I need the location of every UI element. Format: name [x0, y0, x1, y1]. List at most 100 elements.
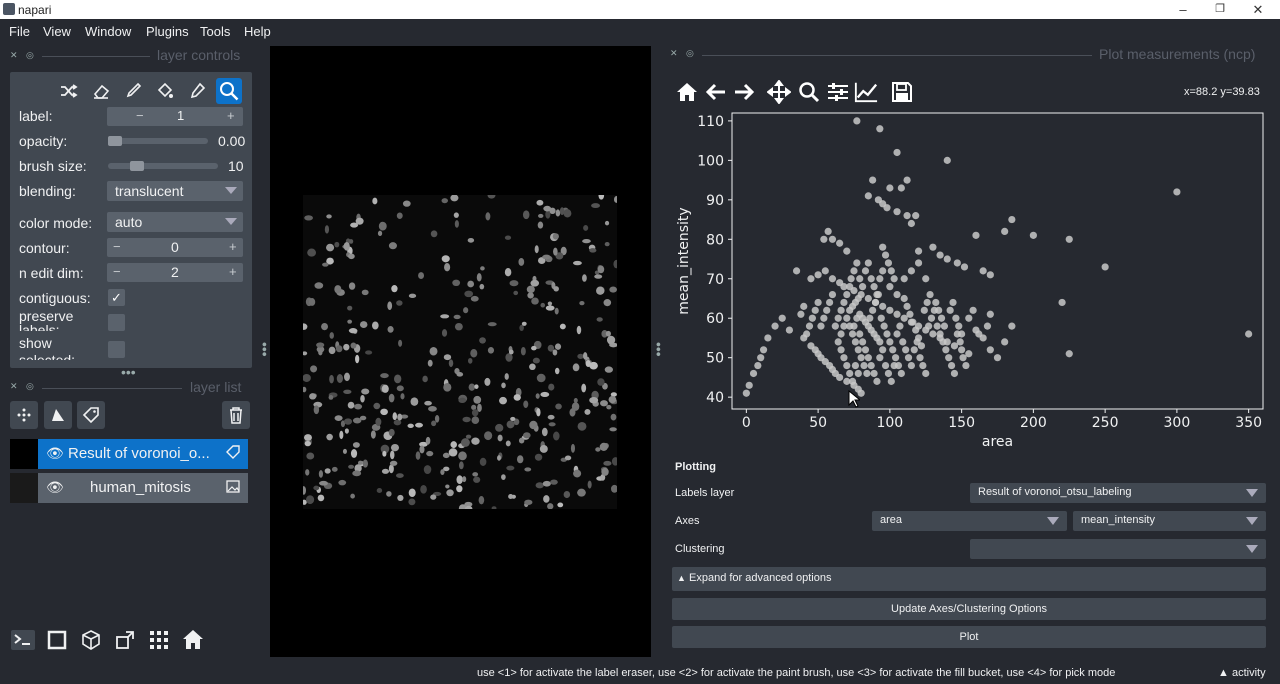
- home-button[interactable]: [178, 625, 208, 655]
- close-button[interactable]: ✕: [1248, 2, 1268, 18]
- nucleus: [573, 398, 578, 403]
- nucleus: [448, 448, 458, 457]
- opacity-slider-handle[interactable]: [108, 136, 122, 146]
- save-icon[interactable]: [890, 80, 914, 104]
- nucleus: [460, 438, 470, 447]
- configure-subplots-icon[interactable]: [826, 80, 850, 104]
- eraser-icon[interactable]: [88, 78, 114, 104]
- contour-plus[interactable]: +: [229, 239, 237, 254]
- label-plus[interactable]: +: [227, 108, 235, 123]
- contour-minus[interactable]: −: [113, 239, 121, 254]
- paint-brush-icon[interactable]: [120, 78, 146, 104]
- scatter-point: [892, 354, 900, 362]
- menu-view[interactable]: View: [43, 24, 71, 39]
- scatter-point: [846, 369, 854, 378]
- layer-name[interactable]: human_mitosis: [90, 479, 191, 496]
- scatter-point: [843, 314, 851, 322]
- label-label: label:: [19, 108, 53, 124]
- new-points-layer-button[interactable]: [10, 401, 38, 429]
- console-button[interactable]: [8, 625, 38, 655]
- nucleus: [453, 212, 459, 218]
- new-labels-layer-button[interactable]: [77, 401, 105, 429]
- zoom-icon[interactable]: [216, 78, 242, 104]
- menu-plugins[interactable]: Plugins: [146, 24, 189, 39]
- layer-body[interactable]: 👁 Result of voronoi_o...: [38, 439, 248, 469]
- scatter-point: [836, 373, 844, 382]
- advanced-options-expander[interactable]: ▲ Expand for advanced options: [672, 567, 1266, 591]
- scatter-point: [864, 192, 872, 200]
- blending-select[interactable]: translucent: [107, 181, 243, 201]
- back-arrow-icon[interactable]: [704, 80, 728, 104]
- labels-type-icon: [226, 445, 240, 462]
- fill-bucket-icon[interactable]: [152, 78, 178, 104]
- brush-size-slider-handle[interactable]: [130, 161, 144, 171]
- ndisplay-button[interactable]: [42, 625, 72, 655]
- new-shapes-layer-button[interactable]: [44, 401, 72, 429]
- opacity-slider[interactable]: [108, 136, 208, 146]
- contour-label: contour:: [19, 240, 70, 256]
- labels-layer-select[interactable]: Result of voronoi_otsu_labeling: [970, 483, 1266, 503]
- delete-layer-button[interactable]: [222, 401, 250, 429]
- dock-float-icons[interactable]: ✕ ◎: [10, 381, 37, 392]
- restore-button[interactable]: ❐: [1210, 2, 1230, 15]
- eye-icon[interactable]: 👁: [46, 445, 64, 462]
- menu-help[interactable]: Help: [244, 24, 271, 39]
- nucleus: [443, 383, 452, 392]
- color-picker-icon[interactable]: [184, 78, 210, 104]
- clustering-select[interactable]: [970, 539, 1266, 559]
- roll-dims-button[interactable]: [76, 625, 106, 655]
- splitter-handle[interactable]: •••: [651, 342, 667, 357]
- scatter-point: [843, 290, 851, 299]
- eye-icon[interactable]: 👁: [46, 479, 64, 496]
- transpose-button[interactable]: [110, 625, 140, 655]
- scatter-plot[interactable]: 0 50 100 150 200 250 300 350 40 50 60 70 80 90 100 110 a…: [672, 110, 1280, 455]
- axes-y-select[interactable]: mean_intensity: [1073, 511, 1266, 531]
- label-minus[interactable]: −: [136, 108, 144, 123]
- menu-file[interactable]: File: [9, 24, 30, 39]
- nucleus: [303, 323, 308, 330]
- nucleus: [549, 207, 556, 215]
- plot-button[interactable]: Plot: [672, 626, 1266, 648]
- scatter-point: [869, 306, 877, 314]
- nucleus: [358, 460, 363, 465]
- menu-window[interactable]: Window: [85, 24, 131, 39]
- show-selected-checkbox[interactable]: [108, 341, 125, 358]
- contour-spinbox[interactable]: − 0 +: [107, 238, 243, 257]
- dock-float-icons[interactable]: ✕ ◎: [670, 48, 697, 59]
- nucleus: [584, 408, 591, 415]
- y-tick-label: 90: [706, 193, 724, 209]
- forward-arrow-icon[interactable]: [732, 80, 756, 104]
- activity-button[interactable]: ▲ activity: [1218, 667, 1266, 679]
- layer-body[interactable]: 👁 human_mitosis: [38, 473, 248, 503]
- dock-float-icons[interactable]: ✕ ◎: [10, 50, 37, 61]
- zoom-rect-icon[interactable]: [797, 80, 821, 104]
- header-rule: [42, 388, 182, 389]
- nucleus: [305, 469, 310, 476]
- layer-item-human-mitosis[interactable]: 👁 human_mitosis: [10, 473, 248, 503]
- n-edit-dim-spinbox[interactable]: − 2 +: [107, 263, 243, 282]
- layer-name[interactable]: Result of voronoi_o...: [68, 445, 210, 462]
- grid-view-button[interactable]: [144, 625, 174, 655]
- minimize-button[interactable]: –: [1173, 2, 1193, 17]
- home-icon[interactable]: [675, 80, 699, 104]
- resize-handle[interactable]: •••: [121, 364, 136, 380]
- n-edit-dim-plus[interactable]: +: [229, 264, 237, 279]
- shuffle-icon[interactable]: [56, 78, 82, 104]
- nucleus: [431, 420, 437, 427]
- nucleus: [476, 273, 482, 282]
- brush-size-slider[interactable]: [108, 161, 218, 171]
- menu-tools[interactable]: Tools: [200, 24, 230, 39]
- layer-item-result[interactable]: 👁 Result of voronoi_o...: [10, 439, 248, 469]
- contiguous-checkbox[interactable]: ✓: [108, 289, 125, 306]
- axes-x-select[interactable]: area: [872, 511, 1067, 531]
- layer-thumbnail: [10, 439, 38, 469]
- pan-icon[interactable]: [767, 80, 791, 104]
- color-mode-select[interactable]: auto: [107, 212, 243, 232]
- nucleus: [613, 196, 617, 203]
- label-spinbox[interactable]: − 1 +: [107, 107, 243, 126]
- nucleus: [343, 418, 353, 425]
- update-options-button[interactable]: Update Axes/Clustering Options: [672, 598, 1266, 620]
- edit-axes-icon[interactable]: [854, 80, 878, 104]
- preserve-labels-checkbox[interactable]: [108, 314, 125, 331]
- n-edit-dim-minus[interactable]: −: [113, 264, 121, 279]
